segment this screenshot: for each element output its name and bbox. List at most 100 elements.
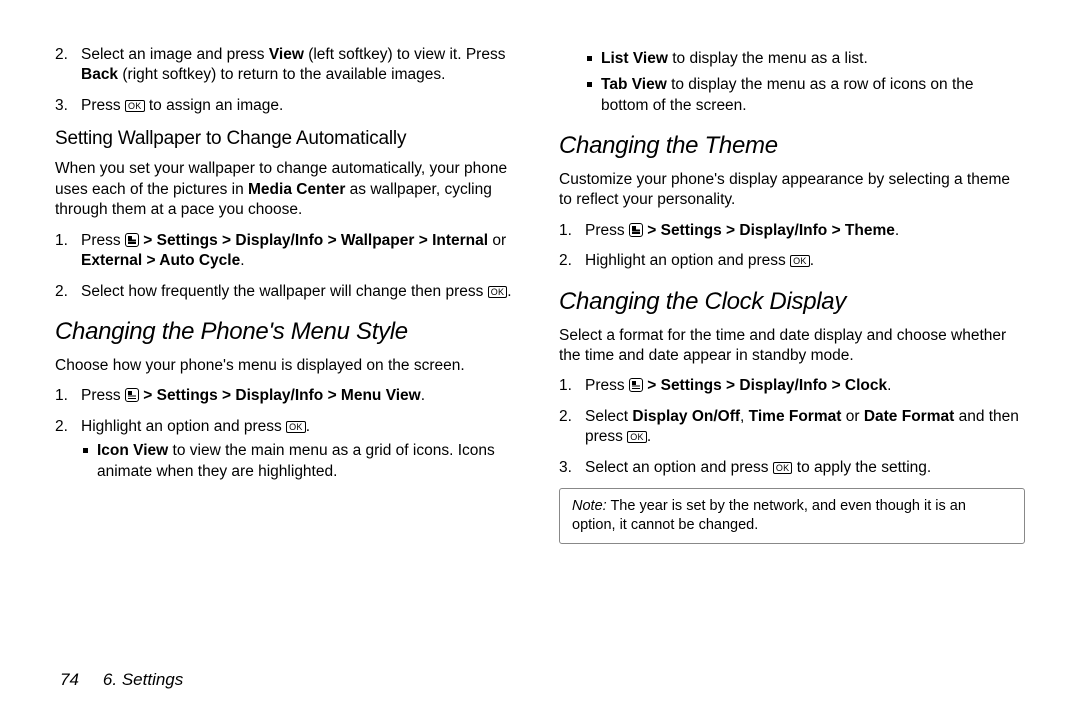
left-column: 2. Select an image and press View (left … (55, 45, 521, 645)
note-label: Note: (572, 498, 607, 514)
text: Highlight an option and press (81, 418, 286, 435)
step-num: 3. (559, 458, 572, 478)
step-num: 2. (55, 45, 68, 65)
bold-path: External > Auto Cycle (81, 252, 240, 269)
clock-steps: 1. Press > Settings > Display/Info > Clo… (559, 376, 1025, 478)
menu-key-icon (629, 223, 643, 237)
step-2: 2. Select how frequently the wallpaper w… (55, 282, 521, 302)
step-3: 3. Press OK to assign an image. (55, 96, 521, 116)
step-num: 2. (559, 407, 572, 427)
paragraph: Select a format for the time and date di… (559, 326, 1025, 367)
option-list-view: List View to display the menu as a list. (585, 49, 1025, 69)
menu-style-steps: 1. Press > Settings > Display/Info > Men… (55, 386, 521, 482)
text: Press (585, 377, 629, 394)
text: . (647, 428, 651, 445)
step-num: 1. (55, 231, 68, 251)
note-text: The year is set by the network, and even… (572, 498, 966, 533)
bold: List View (601, 50, 668, 67)
step-num: 2. (55, 282, 68, 302)
subheading-auto-wallpaper: Setting Wallpaper to Change Automaticall… (55, 126, 521, 151)
text: . (240, 252, 244, 269)
page-footer: 74 6. Settings (60, 670, 183, 690)
menu-style-options: Icon View to view the main menu as a gri… (81, 441, 521, 482)
wallpaper-steps-cont: 2. Select an image and press View (left … (55, 45, 521, 116)
step-1: 1. Press > Settings > Display/Info > Men… (55, 386, 521, 406)
bold: Display On/Off (632, 408, 740, 425)
paragraph: When you set your wallpaper to change au… (55, 159, 521, 220)
text: Select an option and press (585, 459, 773, 476)
menu-key-icon (125, 233, 139, 247)
text: Select how frequently the wallpaper will… (81, 283, 488, 300)
text: . (306, 418, 310, 435)
menu-style-options-cont: List View to display the menu as a list.… (585, 49, 1025, 116)
step-num: 1. (559, 376, 572, 396)
step-1: 1. Press > Settings > Display/Info > Clo… (559, 376, 1025, 396)
paragraph: Choose how your phone's menu is displaye… (55, 356, 521, 376)
heading-clock: Changing the Clock Display (559, 286, 1025, 318)
text: Press (81, 387, 125, 404)
text: Highlight an option and press (585, 252, 790, 269)
text: Press (81, 97, 125, 114)
text: Select (585, 408, 632, 425)
menu-key-icon (125, 388, 139, 402)
text: Press (585, 222, 629, 239)
bold-path: > Settings > Display/Info > Wallpaper > … (139, 232, 492, 249)
step-2: 2. Select Display On/Off, Time Format or… (559, 407, 1025, 448)
step-3: 3. Select an option and press OK to appl… (559, 458, 1025, 478)
text: . (887, 377, 891, 394)
note-box: Note: The year is set by the network, an… (559, 488, 1025, 544)
ok-icon: OK (488, 286, 508, 298)
menu-key-icon (629, 378, 643, 392)
step-2: 2. Highlight an option and press OK. (559, 251, 1025, 271)
bold: Date Format (864, 408, 954, 425)
heading-menu-style: Changing the Phone's Menu Style (55, 316, 521, 348)
text: . (421, 387, 425, 404)
option-icon-view: Icon View to view the main menu as a gri… (81, 441, 521, 482)
text: , (740, 408, 749, 425)
ok-icon: OK (773, 462, 793, 474)
bold-path: > Settings > Display/Info > Theme (643, 222, 895, 239)
step-num: 1. (55, 386, 68, 406)
right-column: List View to display the menu as a list.… (559, 45, 1025, 645)
text: to assign an image. (145, 97, 284, 114)
auto-wallpaper-steps: 1. Press > Settings > Display/Info > Wal… (55, 231, 521, 302)
text: or (492, 232, 506, 249)
step-num: 1. (559, 221, 572, 241)
text: Select an image and press (81, 46, 269, 63)
text: . (810, 252, 814, 269)
text: to display the menu as a list. (668, 50, 868, 67)
ok-icon: OK (790, 255, 810, 267)
step-num: 2. (559, 251, 572, 271)
step-2: 2. Select an image and press View (left … (55, 45, 521, 86)
bold: Time Format (749, 408, 842, 425)
step-num: 3. (55, 96, 68, 116)
bold: Back (81, 66, 118, 83)
text: or (841, 408, 863, 425)
theme-steps: 1. Press > Settings > Display/Info > The… (559, 221, 1025, 272)
ok-icon: OK (125, 100, 145, 112)
option-tab-view: Tab View to display the menu as a row of… (585, 75, 1025, 116)
text: (right softkey) to return to the availab… (118, 66, 445, 83)
bold: Icon View (97, 442, 168, 459)
paragraph: Customize your phone's display appearanc… (559, 170, 1025, 211)
bold: Tab View (601, 76, 667, 93)
heading-theme: Changing the Theme (559, 130, 1025, 162)
bold: Media Center (248, 181, 345, 198)
section-label: 6. Settings (103, 670, 183, 689)
bold-path: > Settings > Display/Info > Clock (643, 377, 887, 394)
step-2: 2. Highlight an option and press OK. Ico… (55, 417, 521, 482)
text: . (507, 283, 511, 300)
text: (left softkey) to view it. Press (304, 46, 506, 63)
bold-path: > Settings > Display/Info > Menu View (139, 387, 421, 404)
page-number: 74 (60, 670, 79, 689)
step-num: 2. (55, 417, 68, 437)
text: . (895, 222, 899, 239)
text: to apply the setting. (792, 459, 931, 476)
page-columns: 2. Select an image and press View (left … (55, 45, 1025, 645)
ok-icon: OK (286, 421, 306, 433)
step-1: 1. Press > Settings > Display/Info > The… (559, 221, 1025, 241)
text: Press (81, 232, 125, 249)
step-1: 1. Press > Settings > Display/Info > Wal… (55, 231, 521, 272)
bold: View (269, 46, 304, 63)
ok-icon: OK (627, 431, 647, 443)
